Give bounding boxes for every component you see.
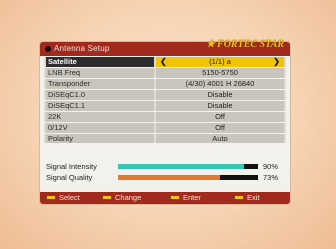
change-label: Change <box>115 193 142 202</box>
setting-row-22k[interactable]: 22K Off <box>44 111 286 122</box>
select-label: Select <box>59 193 80 202</box>
signal-quality-fill <box>118 175 221 180</box>
signal-intensity-percent: 90% <box>263 162 279 171</box>
setting-label: Satellite <box>46 57 154 67</box>
enter-label: Enter <box>183 193 201 202</box>
arrow-right-icon[interactable]: ❯ <box>273 57 280 67</box>
setting-row-diseqc11[interactable]: DiSEqC1.1 Disable <box>44 100 286 111</box>
signal-quality-percent: 73% <box>263 173 279 182</box>
signal-quality-bar <box>118 175 258 180</box>
signal-quality-row: Signal Quality 73% <box>44 173 286 183</box>
exit-label: Exit <box>247 193 260 202</box>
setting-value[interactable]: Disable <box>156 89 284 100</box>
setting-value-text: (1/1) a <box>209 57 231 66</box>
left-right-key-icon <box>102 194 112 200</box>
setting-label: DiSEqC1.1 <box>46 100 154 111</box>
signal-quality-label: Signal Quality <box>46 173 93 182</box>
setting-value[interactable]: Disable <box>156 100 284 111</box>
signal-meters: Signal Intensity 90% Signal Quality 73% <box>44 162 286 184</box>
brand-name: FORTEC STAR <box>217 39 284 50</box>
select-hint[interactable]: Select <box>46 193 80 203</box>
setting-value[interactable]: 5150-5750 <box>156 67 284 78</box>
page-title: Antenna Setup <box>54 44 110 53</box>
menu-bullet-icon <box>45 46 51 52</box>
setting-value[interactable]: ❮ (1/1) a ❯ <box>156 57 284 67</box>
enter-hint[interactable]: Enter <box>170 193 201 203</box>
setting-label: 22K <box>46 111 154 122</box>
signal-intensity-row: Signal Intensity 90% <box>44 162 286 172</box>
star-icon: ★ <box>206 39 216 50</box>
setting-label: 0/12V <box>46 122 154 133</box>
arrow-left-icon[interactable]: ❮ <box>160 57 167 67</box>
setting-value[interactable]: Off <box>156 111 284 122</box>
signal-intensity-label: Signal Intensity <box>46 162 97 171</box>
setting-label: DiSEqC1.0 <box>46 89 154 100</box>
key-hint-bar: Select Change Enter Exit <box>40 192 290 204</box>
settings-list: Satellite ❮ (1/1) a ❯ LNB Freq 5150-5750… <box>44 57 286 145</box>
setting-value[interactable]: Off <box>156 122 284 133</box>
setting-row-diseqc10[interactable]: DiSEqC1.0 Disable <box>44 89 286 100</box>
exit-key-icon <box>234 194 244 200</box>
ok-key-icon <box>46 194 56 200</box>
setting-label: Polarity <box>46 133 154 144</box>
setting-row-0-12v[interactable]: 0/12V Off <box>44 122 286 133</box>
change-hint[interactable]: Change <box>102 193 141 203</box>
setting-value[interactable]: Auto <box>156 133 284 144</box>
signal-intensity-bar <box>118 164 258 169</box>
setting-label: LNB Freq <box>46 67 154 78</box>
setting-row-satellite[interactable]: Satellite ❮ (1/1) a ❯ <box>44 57 286 67</box>
setting-row-lnb-freq[interactable]: LNB Freq 5150-5750 <box>44 67 286 78</box>
brand-logo: ★ FORTEC STAR <box>206 39 284 50</box>
signal-intensity-fill <box>118 164 244 169</box>
setting-label: Transponder <box>46 78 154 89</box>
antenna-setup-panel: Antenna Setup ★ FORTEC STAR Satellite ❮ (… <box>40 39 290 204</box>
exit-hint[interactable]: Exit <box>234 193 260 203</box>
setting-row-transponder[interactable]: Transponder (4/30) 4001 H 26840 <box>44 78 286 89</box>
setting-value[interactable]: (4/30) 4001 H 26840 <box>156 78 284 89</box>
enter-key-icon <box>170 194 180 200</box>
setting-row-polarity[interactable]: Polarity Auto <box>44 133 286 144</box>
